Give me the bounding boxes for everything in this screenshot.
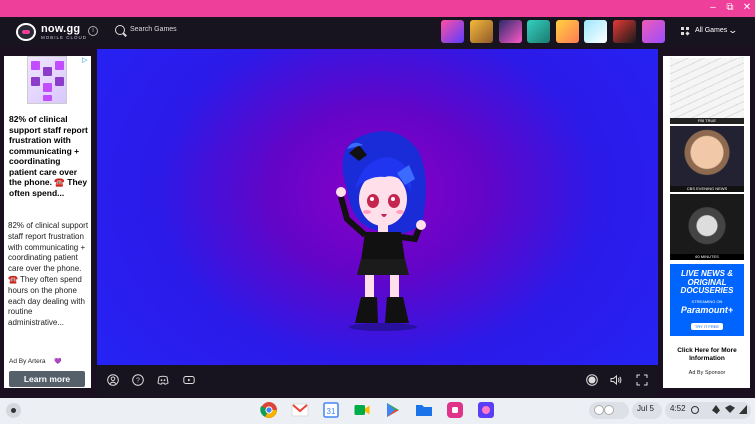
game-viewport[interactable] xyxy=(97,49,658,365)
paramount-promo[interactable]: LIVE NEWS & ORIGINAL DOCUSERIES STREAMIN… xyxy=(670,264,744,336)
ad-tile-cbs-evening-news[interactable]: CBS EVENING NEWS xyxy=(670,126,744,192)
brand-name[interactable]: now.gg xyxy=(41,23,80,35)
ad-sponsor: Ad By Sponsor xyxy=(688,370,726,376)
app-header: now.gg MOBILE CLOUD i Search Games All G… xyxy=(0,17,755,47)
holding-space-icon xyxy=(604,405,614,415)
tray-date[interactable]: Jul 5 xyxy=(637,404,654,413)
search-games-input[interactable]: Search Games xyxy=(130,26,177,33)
info-icon[interactable]: i xyxy=(88,26,98,36)
ad-sponsor: Ad By Artera xyxy=(9,358,46,365)
more-information-link[interactable]: Click Here for More Information xyxy=(670,347,744,362)
learn-more-button[interactable]: Learn more xyxy=(9,371,85,387)
search-icon[interactable] xyxy=(115,25,125,35)
ad-thumbnail-image[interactable] xyxy=(27,56,67,104)
discord-icon[interactable] xyxy=(157,374,169,386)
meet-icon[interactable] xyxy=(353,401,371,419)
ad-tile-fbi-true[interactable]: FBI TRUE xyxy=(670,58,744,124)
ad-headline[interactable]: 82% of clinical support staff report fru… xyxy=(9,114,89,198)
grid-icon[interactable] xyxy=(681,27,690,36)
promo-headline: LIVE NEWS & ORIGINAL DOCUSERIES xyxy=(680,269,734,295)
ad-tile-60-minutes[interactable]: 60 MINUTES xyxy=(670,194,744,260)
gmail-icon[interactable] xyxy=(291,401,309,419)
game-thumb-1[interactable] xyxy=(441,20,464,43)
screen-record-icon[interactable] xyxy=(691,406,699,414)
tile-caption: FBI TRUE xyxy=(670,118,744,124)
game-thumb-4[interactable] xyxy=(527,20,550,43)
youtube-icon[interactable] xyxy=(183,374,195,386)
holding-space-icon xyxy=(594,405,604,415)
try-it-free-button[interactable]: TRY IT FREE xyxy=(690,322,724,330)
record-icon[interactable] xyxy=(586,374,598,386)
game-thumb-7[interactable] xyxy=(613,20,636,43)
tray-time[interactable]: 4:52 xyxy=(670,404,686,413)
game-thumb-8[interactable] xyxy=(642,20,665,43)
paramount-logo: Paramount+ xyxy=(680,304,734,315)
game-thumb-6[interactable] xyxy=(584,20,607,43)
right-ad-panel: ▷ ✕ FBI TRUE CBS EVENING NEWS 60 MINUTES… xyxy=(663,56,750,388)
profile-icon[interactable] xyxy=(107,374,119,386)
ad-body-text: 82% of clinical support staff report fru… xyxy=(8,221,89,328)
nowgg-logo-icon[interactable] xyxy=(16,23,36,41)
close-icon[interactable]: ✕ xyxy=(741,2,753,14)
help-icon[interactable]: ? xyxy=(132,374,144,386)
game-thumb-2[interactable] xyxy=(470,20,493,43)
brand-subtitle: MOBILE CLOUD xyxy=(41,35,88,40)
chevron-down-icon[interactable]: ⌄ xyxy=(727,25,738,36)
all-games-button[interactable]: All Games xyxy=(695,27,727,34)
play-store-icon[interactable] xyxy=(384,401,402,419)
fullscreen-icon[interactable] xyxy=(636,374,648,386)
maximize-icon[interactable]: ⧉ xyxy=(724,2,736,14)
calendar-icon[interactable]: 31 xyxy=(322,401,340,419)
svg-text:?: ? xyxy=(136,378,140,385)
game-app-icon[interactable] xyxy=(477,401,495,419)
tile-caption: 60 MINUTES xyxy=(670,254,744,260)
minimize-icon[interactable]: – xyxy=(707,2,719,14)
os-shelf: 31 Jul 5 4:52 xyxy=(0,398,755,424)
tray-holding-space[interactable] xyxy=(589,402,629,419)
chrome-icon[interactable] xyxy=(260,401,278,419)
files-icon[interactable] xyxy=(415,401,433,419)
window-titlebar: – ⧉ ✕ xyxy=(0,0,755,17)
promo-streaming-label: STREAMING ON xyxy=(691,298,723,304)
game-thumb-3[interactable] xyxy=(499,20,522,43)
adchoices-icon[interactable]: ▷ xyxy=(82,56,87,64)
volume-icon[interactable] xyxy=(610,374,622,386)
svg-text:31: 31 xyxy=(327,407,336,416)
game-thumb-5[interactable] xyxy=(556,20,579,43)
nowgg-app-icon[interactable] xyxy=(446,401,464,419)
tile-caption: CBS EVENING NEWS xyxy=(670,186,744,192)
left-ad-panel: ▷ 82% of clinical support staff report f… xyxy=(4,56,91,388)
sponsor-logo-icon: 💜 xyxy=(54,359,62,365)
game-control-bar: ? xyxy=(97,365,658,396)
launcher-icon[interactable] xyxy=(6,403,21,418)
game-character-illustration xyxy=(336,131,426,331)
